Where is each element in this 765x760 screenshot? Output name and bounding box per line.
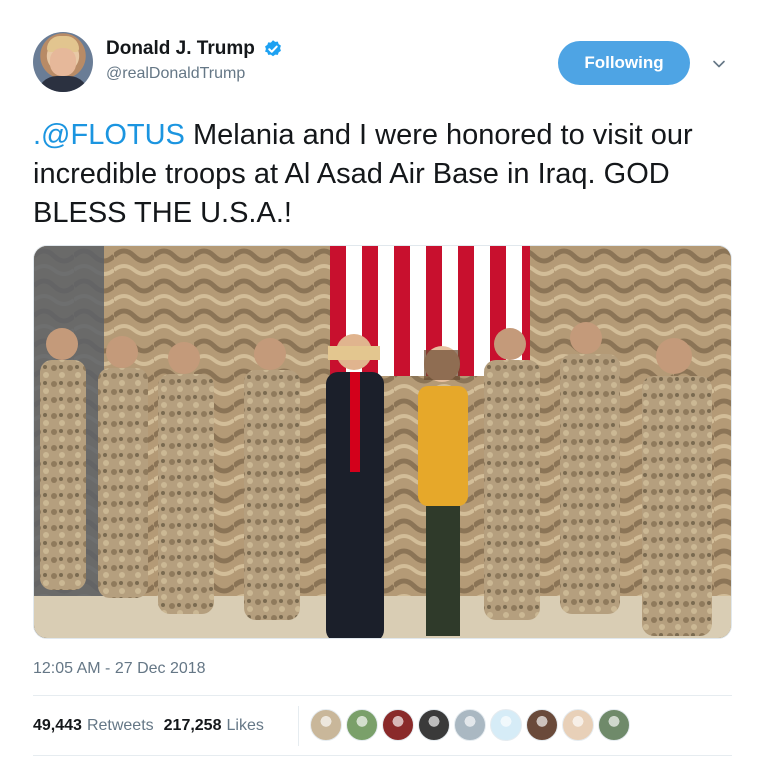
chevron-down-icon[interactable] xyxy=(711,56,727,72)
liker-avatar-5[interactable] xyxy=(454,709,486,741)
stats-separator xyxy=(298,706,299,746)
liker-avatar-9[interactable] xyxy=(598,709,630,741)
likes-count[interactable]: 217,258 xyxy=(164,717,222,735)
liker-avatar-8[interactable] xyxy=(562,709,594,741)
liker-avatar-4[interactable] xyxy=(418,709,450,741)
liker-avatar-2[interactable] xyxy=(346,709,378,741)
author-avatar[interactable] xyxy=(33,32,93,92)
tweet-timestamp[interactable]: 12:05 AM - 27 Dec 2018 xyxy=(33,660,206,678)
photo-illustration xyxy=(34,246,731,638)
stats-bottom-divider xyxy=(33,755,732,756)
likes-label[interactable]: Likes xyxy=(226,717,263,735)
tweet-header: Donald J. Trump @realDonaldTrump Followi… xyxy=(33,32,733,94)
liker-avatar-1[interactable] xyxy=(310,709,342,741)
tweet-stats: 49,443 Retweets 217,258 Likes xyxy=(33,712,274,740)
author-name-block[interactable]: Donald J. Trump @realDonaldTrump xyxy=(106,38,283,83)
liker-avatars xyxy=(310,709,634,741)
tweet-photo[interactable] xyxy=(33,245,732,639)
retweets-count[interactable]: 49,443 xyxy=(33,717,82,735)
liker-avatar-7[interactable] xyxy=(526,709,558,741)
retweets-label[interactable]: Retweets xyxy=(87,717,154,735)
following-button[interactable]: Following xyxy=(558,41,690,85)
author-display-name[interactable]: Donald J. Trump xyxy=(106,38,255,60)
liker-avatar-3[interactable] xyxy=(382,709,414,741)
flotus-mention-link[interactable]: .@FLOTUS xyxy=(33,119,185,151)
stats-top-divider xyxy=(33,695,732,696)
liker-avatar-6[interactable] xyxy=(490,709,522,741)
tweet-text: .@FLOTUS Melania and I were honored to v… xyxy=(33,116,733,233)
author-handle[interactable]: @realDonaldTrump xyxy=(106,65,283,83)
verified-badge-icon xyxy=(265,40,282,57)
